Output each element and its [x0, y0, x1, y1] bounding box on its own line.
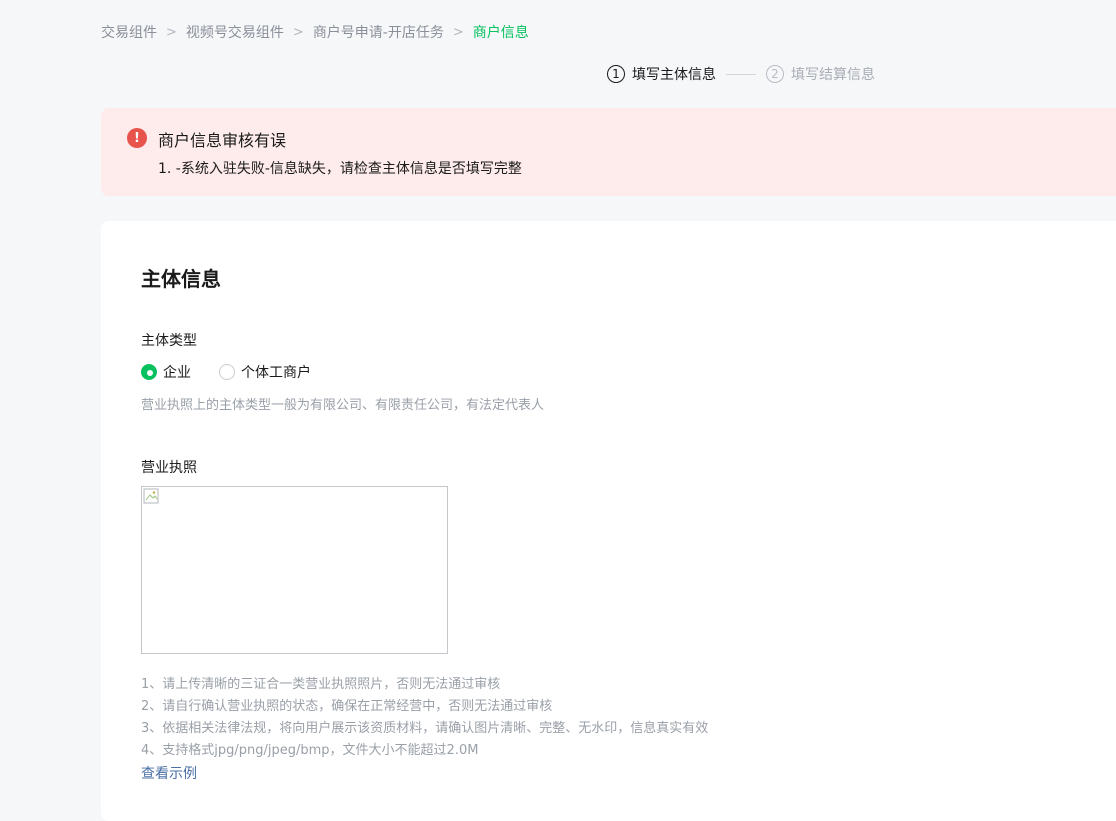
breadcrumb-current: 商户信息 — [472, 25, 529, 41]
license-note: 3、依据相关法律法规，将向用户展示该资质材料，请确认图片清晰、完整、无水印，信息… — [141, 721, 709, 736]
section-title: 主体信息 — [141, 267, 221, 291]
breadcrumb-item-trade-component[interactable]: 交易组件 — [101, 22, 157, 42]
entity-info-card: 主体信息 主体类型 企业 个体工商户 营业执照上的主体类型一般为有限公司、有限责… — [101, 221, 1116, 821]
license-note: 4、支持格式jpg/png/jpeg/bmp，文件大小不能超过2.0M — [141, 743, 479, 758]
view-example-link[interactable]: 查看示例 — [141, 763, 197, 783]
radio-label-individual-business: 个体工商户 — [241, 365, 311, 381]
step-2: 2 填写结算信息 — [766, 64, 875, 84]
breadcrumb-item-channels-trade[interactable]: 视频号交易组件 — [186, 22, 284, 42]
radio-checked-icon — [141, 364, 157, 380]
radio-enterprise[interactable]: 企业 — [141, 362, 191, 382]
step-number-1: 1 — [607, 65, 625, 83]
license-notes: 1、请上传清晰的三证合一类营业执照照片，否则无法通过审核 2、请自行确认营业执照… — [141, 674, 708, 762]
step-number-2: 2 — [766, 65, 784, 83]
breadcrumb-separator: > — [292, 24, 304, 40]
step-label-1: 填写主体信息 — [632, 67, 716, 83]
alert-title: 商户信息审核有误 — [158, 131, 287, 150]
license-label: 营业执照 — [141, 460, 197, 476]
breadcrumb: 交易组件 > 视频号交易组件 > 商户号申请-开店任务 > 商户信息 — [101, 22, 529, 42]
step-indicator: 1 填写主体信息 2 填写结算信息 — [607, 64, 875, 84]
license-note: 1、请上传清晰的三证合一类营业执照照片，否则无法通过审核 — [141, 677, 501, 692]
step-label-2: 填写结算信息 — [791, 67, 875, 83]
radio-unchecked-icon — [219, 364, 235, 380]
step-1: 1 填写主体信息 — [607, 64, 716, 84]
radio-label-enterprise: 企业 — [163, 365, 191, 381]
radio-individual-business[interactable]: 个体工商户 — [219, 362, 311, 382]
breadcrumb-separator: > — [166, 24, 177, 40]
entity-type-hint: 营业执照上的主体类型一般为有限公司、有限责任公司，有法定代表人 — [141, 398, 545, 413]
breadcrumb-item-merchant-apply[interactable]: 商户号申请-开店任务 — [313, 22, 444, 42]
error-icon: ! — [127, 128, 147, 148]
license-image-upload[interactable] — [141, 486, 448, 654]
error-alert: ! 商户信息审核有误 1. -系统入驻失败-信息缺失，请检查主体信息是否填写完整 — [101, 108, 1116, 196]
license-note: 2、请自行确认营业执照的状态，确保在正常经营中，否则无法通过审核 — [141, 699, 553, 714]
entity-type-radio-group: 企业 个体工商户 — [141, 362, 339, 382]
breadcrumb-separator: > — [452, 24, 464, 40]
entity-type-label: 主体类型 — [141, 333, 197, 349]
broken-image-icon — [143, 488, 159, 504]
alert-message: 1. -系统入驻失败-信息缺失，请检查主体信息是否填写完整 — [158, 161, 522, 177]
step-connector — [726, 73, 756, 75]
